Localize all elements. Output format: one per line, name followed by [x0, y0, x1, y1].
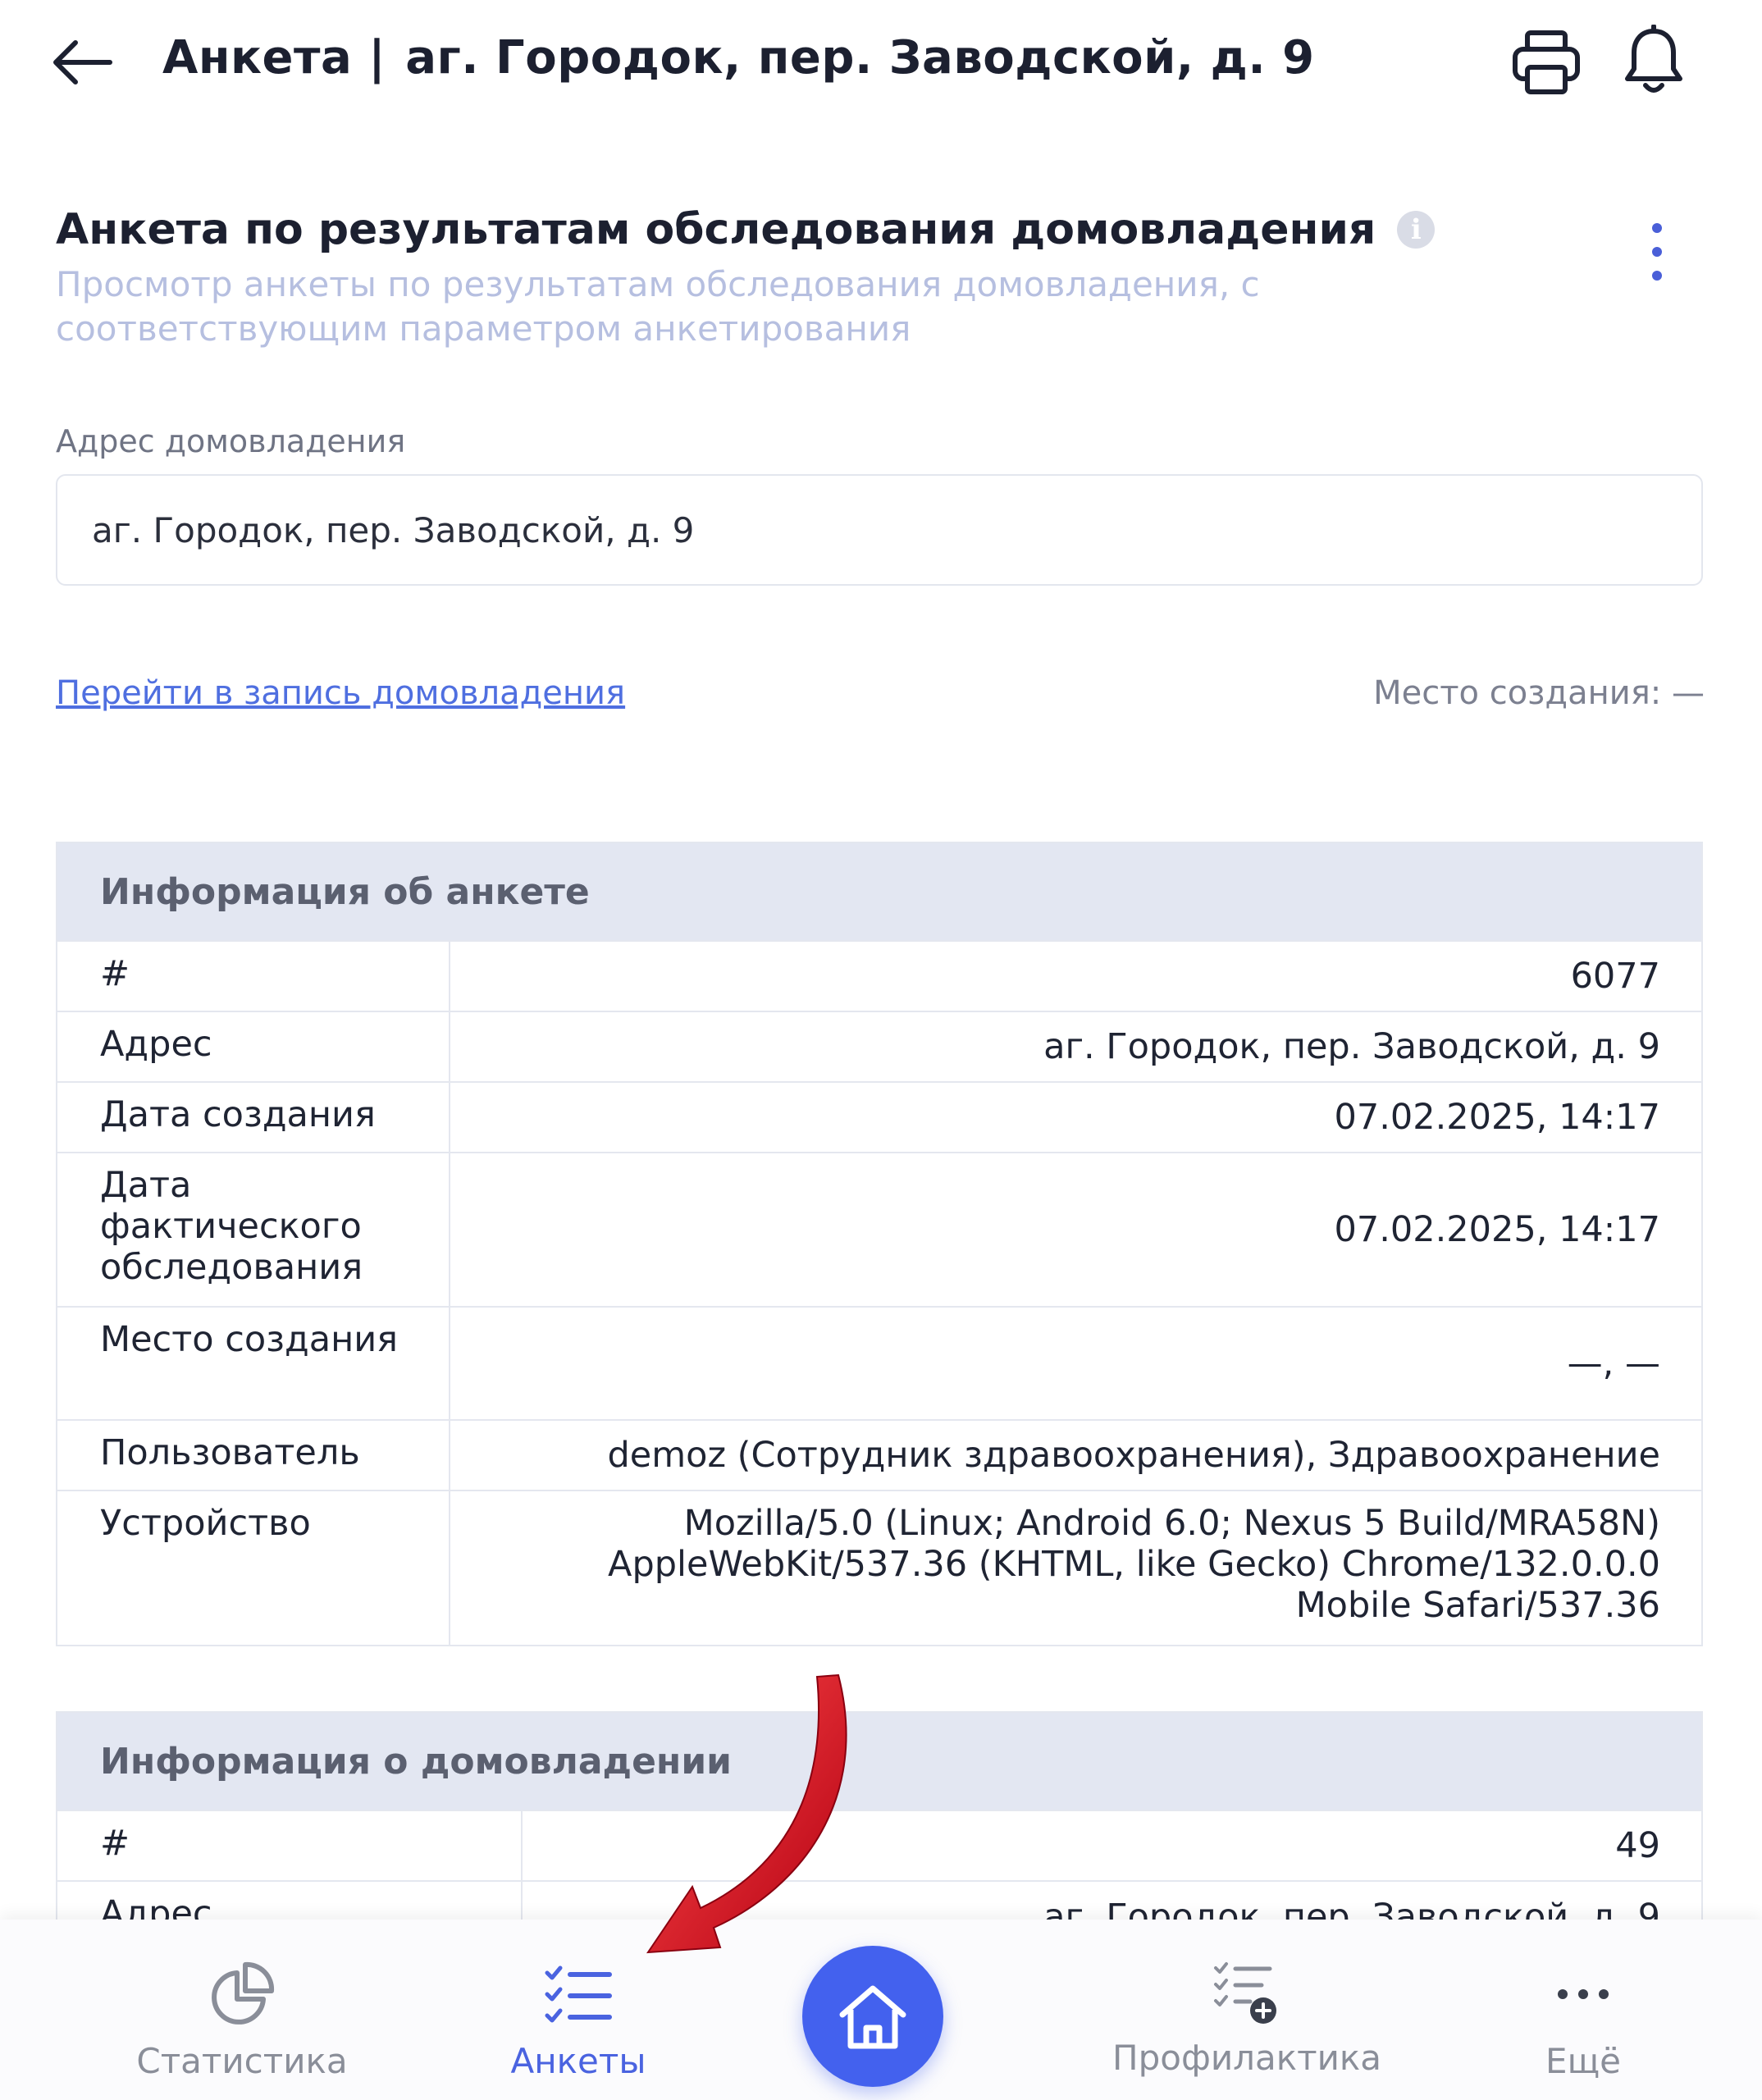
- place-created-text: Место создания: —: [1373, 674, 1705, 712]
- checklist-icon: [545, 1965, 612, 2023]
- survey-info-table: # 6077 Адрес аг. Городок, пер. Заводской…: [57, 940, 1701, 1645]
- row-value: аг. Городок, пер. Заводской, д. 9: [450, 1011, 1701, 1082]
- row-value: 07.02.2025, 14:17: [450, 1081, 1701, 1153]
- table-row: Место создания —, —: [57, 1306, 1701, 1420]
- section-title: Анкета по результатам обследования домов…: [56, 205, 1436, 254]
- row-key: Место создания: [57, 1306, 450, 1420]
- table-row: Дата создания 07.02.2025, 14:17: [57, 1081, 1701, 1153]
- row-key: Пользователь: [57, 1419, 450, 1491]
- row-key: Дата фактического обследования: [57, 1152, 450, 1307]
- survey-info-card: Информация об анкете # 6077 Адрес аг. Го…: [56, 842, 1703, 1646]
- table-row: Устройство Mozilla/5.0 (Linux; Android 6…: [57, 1490, 1701, 1645]
- table-row: Адрес аг. Городок, пер. Заводской, д. 9: [57, 1011, 1701, 1082]
- row-value: —, —: [450, 1306, 1701, 1420]
- back-button[interactable]: [51, 33, 116, 92]
- table-row: Дата фактического обследования 07.02.202…: [57, 1152, 1701, 1307]
- print-button[interactable]: [1511, 30, 1582, 95]
- nav-item-statistics[interactable]: Статистика: [131, 1920, 353, 2100]
- kebab-menu-icon[interactable]: [1641, 223, 1673, 281]
- household-info-heading: Информация о домовладении: [57, 1713, 1701, 1810]
- checklist-add-icon: [1214, 1962, 1276, 2024]
- row-key: #: [57, 940, 450, 1011]
- table-row: # 49: [57, 1810, 1701, 1881]
- row-key: Устройство: [57, 1490, 450, 1645]
- pie-chart-icon: [212, 1961, 275, 2025]
- nav-item-surveys[interactable]: Анкеты: [492, 1920, 664, 2100]
- info-icon[interactable]: i: [1397, 211, 1436, 249]
- nav-label: Статистика: [136, 2041, 348, 2081]
- nav-label: Ещё: [1545, 2041, 1621, 2081]
- row-value: demoz (Сотрудник здравоохранения), Здрав…: [450, 1419, 1701, 1491]
- bell-icon: [1625, 24, 1682, 93]
- home-icon: [839, 1985, 906, 2049]
- row-value: 49: [522, 1810, 1701, 1881]
- row-value: Mozilla/5.0 (Linux; Android 6.0; Nexus 5…: [450, 1490, 1701, 1645]
- nav-label: Профилактика: [1112, 2038, 1381, 2078]
- survey-info-heading: Информация об анкете: [57, 843, 1701, 940]
- notifications-button[interactable]: [1621, 24, 1687, 97]
- section-subtitle: Просмотр анкеты по результатам обследова…: [56, 264, 1260, 349]
- app-header: Анкета | аг. Городок, пер. Заводской, д. …: [0, 0, 1762, 123]
- row-value: 07.02.2025, 14:17: [450, 1152, 1701, 1307]
- row-key: Дата создания: [57, 1081, 450, 1153]
- row-value: 6077: [450, 940, 1701, 1011]
- page-title-prefix: Анкета |: [162, 31, 386, 84]
- home-button[interactable]: [802, 1946, 943, 2087]
- nav-item-more[interactable]: Ещё: [1526, 1920, 1641, 2100]
- nav-item-prevention[interactable]: Профилактика: [1091, 1920, 1403, 2100]
- page-title: Анкета | аг. Городок, пер. Заводской, д. …: [162, 31, 1315, 84]
- printer-icon: [1513, 30, 1580, 94]
- household-info-card: Информация о домовладении # 49 Адрес аг.…: [56, 1711, 1703, 1933]
- household-info-table: # 49 Адрес аг. Городок, пер. Заводской, …: [57, 1810, 1701, 1931]
- address-field-label: Адрес домовладения: [56, 423, 406, 459]
- arrow-left-icon: [53, 40, 112, 84]
- page-title-address: аг. Городок, пер. Заводской, д. 9: [405, 31, 1315, 84]
- table-row: Пользователь demoz (Сотрудник здравоохра…: [57, 1419, 1701, 1491]
- goto-household-link[interactable]: Перейти в запись домовладения: [56, 674, 625, 712]
- more-horizontal-icon: [1558, 1989, 1609, 1999]
- table-row: # 6077: [57, 940, 1701, 1011]
- row-key: #: [57, 1810, 523, 1881]
- nav-label: Анкеты: [510, 2041, 646, 2081]
- address-field[interactable]: аг. Городок, пер. Заводской, д. 9: [56, 474, 1703, 586]
- section-title-text: Анкета по результатам обследования домов…: [56, 205, 1376, 254]
- row-key: Адрес: [57, 1011, 450, 1082]
